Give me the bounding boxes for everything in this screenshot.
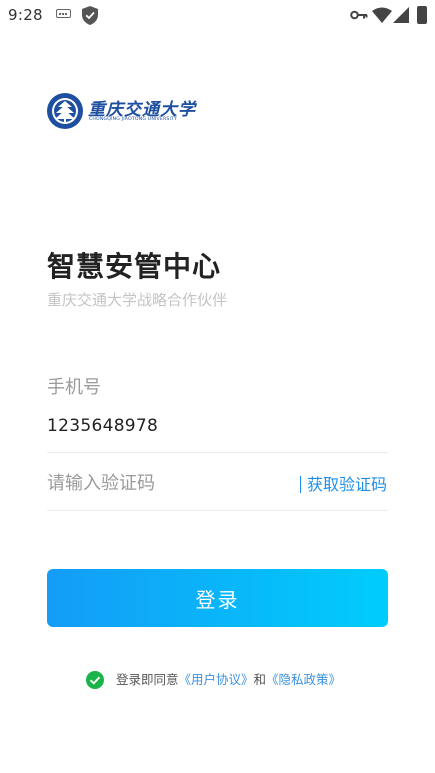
get-code-label: 获取验证码 [306, 475, 387, 494]
page-subtitle: 重庆交通大学战略合作伙伴 [47, 291, 228, 309]
signal-icon [393, 7, 409, 23]
code-divider [47, 510, 388, 511]
agreement-conjunction: 和 [253, 672, 267, 687]
get-code-button[interactable]: 获取验证码 [299, 471, 387, 495]
page-title: 智慧安管中心 [47, 250, 222, 283]
vpn-key-icon [350, 10, 368, 20]
battery-icon [417, 6, 427, 24]
agree-checkbox-icon[interactable] [86, 670, 104, 689]
logo-subtitle: CHONGQING JIAOTONG UNIVERSITY [89, 117, 178, 122]
get-code-separator [299, 476, 301, 493]
university-emblem-icon [47, 93, 83, 129]
phone-divider [47, 452, 388, 453]
university-logo: 重庆交通大学 CHONGQING JIAOTONG UNIVERSITY [46, 92, 195, 130]
phone-label: 手机号 [47, 377, 101, 398]
verification-code-input[interactable] [47, 467, 287, 499]
keyboard-icon [56, 9, 71, 18]
agreement-row: 登录即同意《用户协议》和《隐私政策》 [86, 670, 341, 690]
status-time: 9:28 [8, 6, 43, 24]
user-agreement-link[interactable]: 《用户协议》 [179, 672, 254, 687]
privacy-policy-link[interactable]: 《隐私政策》 [266, 672, 341, 687]
status-bar: 9:28 [0, 0, 435, 34]
shield-icon [82, 6, 98, 25]
phone-input[interactable] [47, 410, 387, 442]
login-button[interactable]: 登录 [47, 569, 388, 627]
wifi-icon [372, 7, 392, 23]
agreement-prefix: 登录即同意 [116, 672, 179, 687]
